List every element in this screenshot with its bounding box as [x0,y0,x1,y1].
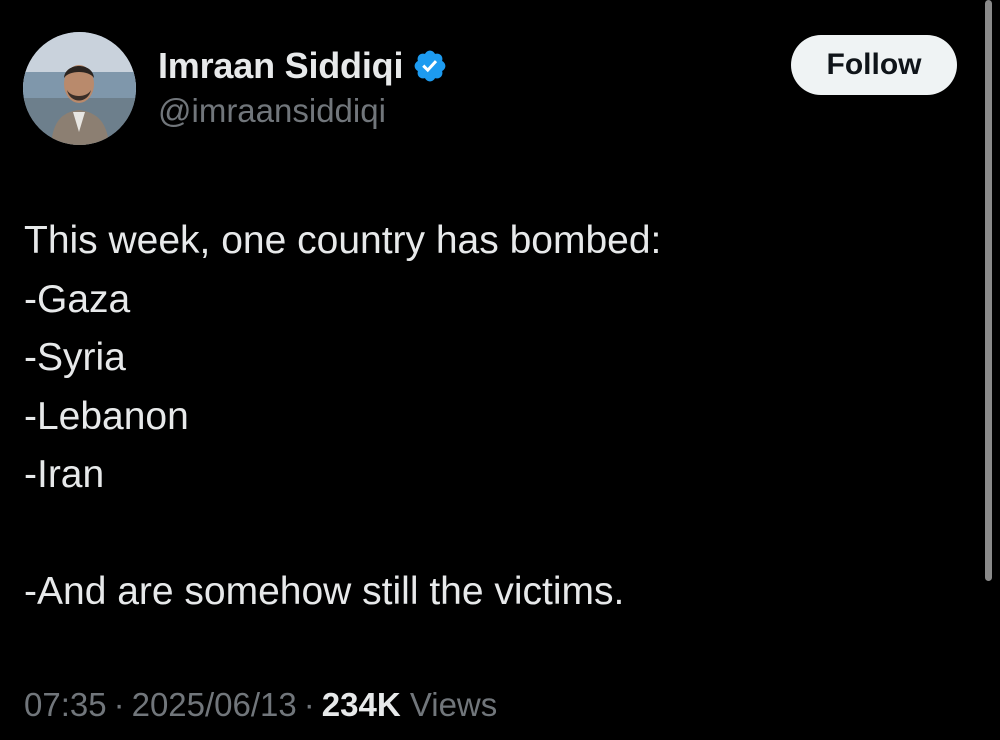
tweet-line: -And are somehow still the victims. [24,570,625,613]
tweet-card: Imraan Siddiqi @imraansiddiqi Follow Thi… [0,0,1000,740]
tweet-meta: 07:35 · 2025/06/13 · 234K Views [24,686,497,724]
tweet-date[interactable]: 2025/06/13 [132,686,297,723]
follow-button[interactable]: Follow [791,35,957,95]
tweet-line: -Syria [24,336,126,379]
scrollbar[interactable] [985,0,992,581]
tweet-line: -Lebanon [24,394,189,438]
avatar-image [23,32,136,145]
meta-separator: · [113,686,125,723]
avatar[interactable] [23,32,136,145]
tweet-line: -Gaza [24,277,131,321]
tweet-time[interactable]: 07:35 [24,686,107,723]
display-name[interactable]: Imraan Siddiqi [158,45,403,87]
tweet-line: This week, one country has bombed: [24,219,662,262]
views-count[interactable]: 234K [322,686,401,723]
author-name-row: Imraan Siddiqi [158,44,448,88]
verified-badge-icon[interactable] [412,48,448,84]
author-handle[interactable]: @imraansiddiqi [158,92,386,130]
views-label: Views [409,686,498,723]
tweet-text: This week, one country has bombed: -Gaza… [24,212,661,622]
meta-separator: · [303,686,315,723]
tweet-line: -Iran [24,453,105,496]
